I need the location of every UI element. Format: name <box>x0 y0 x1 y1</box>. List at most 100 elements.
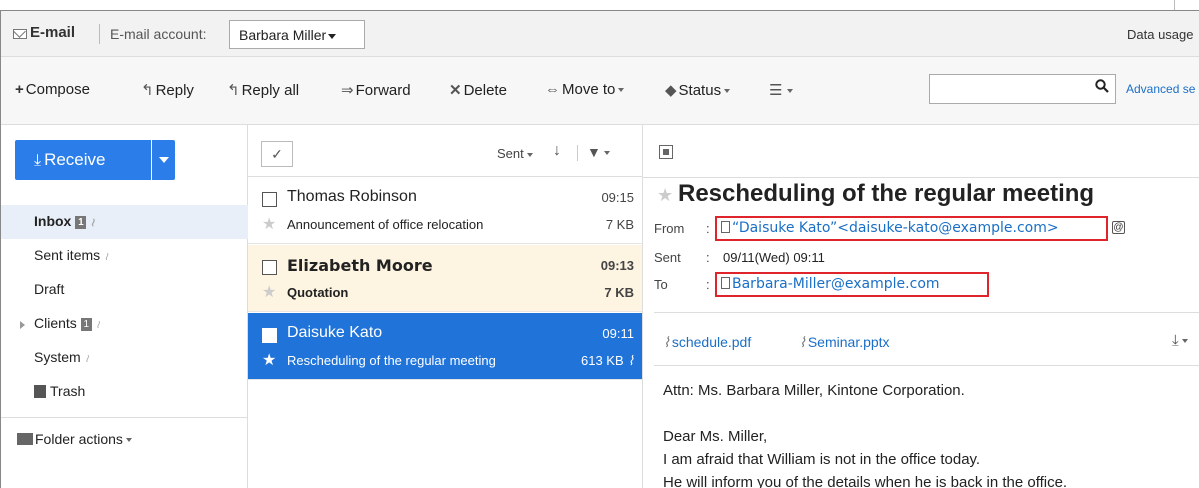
download-icon: ⤓ <box>34 152 42 169</box>
chevron-down-icon <box>1181 339 1188 344</box>
message-size: 613 KB ⌇ <box>581 353 634 369</box>
data-usage-link[interactable]: Data usage <box>1127 27 1194 42</box>
paperclip-icon: ⌇ <box>799 334 806 350</box>
paperclip-icon: ⌇ <box>627 353 634 368</box>
folder-trash[interactable]: Trash <box>1 375 248 409</box>
to-label: To <box>654 277 668 292</box>
receive-button[interactable]: ⤓ Receive <box>15 140 151 180</box>
header-divider <box>99 24 100 44</box>
attachment-link[interactable]: ⌇ Seminar.pptx <box>799 334 890 351</box>
from-address-highlight[interactable]: “Daisuke Kato”<daisuke-kato@example.com> <box>715 216 1108 241</box>
advanced-search-link[interactable]: Advanced se <box>1126 82 1195 96</box>
folder-label: System <box>34 349 81 365</box>
message-subject: Quotation <box>287 285 349 300</box>
message-title: Rescheduling of the regular meeting <box>678 180 1095 207</box>
sent-label: Sent <box>654 250 681 265</box>
search-icon[interactable] <box>1095 79 1109 93</box>
folder-system[interactable]: System ≀ <box>1 341 248 375</box>
receive-options-dropdown[interactable] <box>152 140 175 180</box>
reply-arrow-icon: ↰ <box>141 82 154 99</box>
body-line: He will inform you of the details when h… <box>663 474 1068 488</box>
sort-label: Sent <box>497 146 524 161</box>
folder-sent-items[interactable]: Sent items ≀ <box>1 239 248 273</box>
folder-clients[interactable]: Clients 1 ≀ <box>1 307 248 341</box>
plus-icon: + <box>15 81 24 98</box>
folder-label: Trash <box>50 383 86 399</box>
reply-all-button[interactable]: ↰ Reply all <box>227 81 299 99</box>
message-subject: Rescheduling of the regular meeting <box>287 353 496 368</box>
message-sender: Daisuke Kato <box>287 324 383 341</box>
message-size: 7 KB <box>605 217 634 232</box>
message-size: 7 KB <box>604 285 634 300</box>
status-label: Status <box>678 82 722 99</box>
message-checkbox[interactable] <box>262 260 277 275</box>
message-row[interactable]: Elizabeth Moore 09:13 ★ Quotation 7 KB <box>248 245 642 312</box>
message-list: ✓ Sent ↓ ▼ Thomas Robinson 09:15 ★ Annou… <box>248 125 643 488</box>
filter-icon[interactable]: ▼ <box>587 144 610 160</box>
header-divider <box>654 312 1199 313</box>
feed-icon: ≀ <box>90 217 95 229</box>
message-subject: Announcement of office relocation <box>287 217 484 232</box>
add-address-icon[interactable]: @ <box>1112 221 1125 234</box>
forward-button[interactable]: ⇒ Forward <box>341 81 411 99</box>
reply-all-arrow-icon: ↰ <box>227 82 240 99</box>
action-toolbar: + Compose ↰ Reply ↰ Reply all ⇒ Forward ✕ Del… <box>1 57 1199 125</box>
app-title[interactable]: E-mail <box>30 24 75 41</box>
move-to-button[interactable]: ⇔ Move to <box>545 81 625 98</box>
compose-button[interactable]: + Compose <box>15 81 90 98</box>
feed-icon: ≀ <box>84 353 89 365</box>
sort-direction-icon[interactable]: ↓ <box>553 142 561 160</box>
account-select[interactable]: Barbara Miller <box>229 20 365 49</box>
mail-app-window: E-mail E-mail account: Barbara Miller Da… <box>0 10 1199 488</box>
search-input[interactable] <box>929 74 1116 104</box>
star-icon[interactable]: ★ <box>262 282 276 302</box>
list-menu-icon: ☰ <box>769 82 783 99</box>
reading-pane: ★ Rescheduling of the regular meeting Fr… <box>643 125 1199 488</box>
list-options-button[interactable]: ☰ <box>769 81 794 99</box>
message-checkbox[interactable] <box>262 328 277 343</box>
from-colon: : <box>706 221 710 236</box>
trash-icon <box>34 385 46 398</box>
message-time: 09:13 <box>600 258 634 273</box>
star-icon[interactable]: ★ <box>262 350 276 370</box>
unread-count-badge: 1 <box>80 317 92 331</box>
to-colon: : <box>706 277 710 292</box>
expand-arrow-icon[interactable] <box>20 321 25 329</box>
forward-arrow-icon: ⇒ <box>341 82 354 99</box>
folder-inbox[interactable]: Inbox 1 ≀ <box>1 205 248 239</box>
download-attachments-button[interactable]: ⤓ <box>1172 332 1188 349</box>
attachment-link[interactable]: ⌇ schedule.pdf <box>663 334 751 351</box>
account-select-value: Barbara Miller <box>239 27 327 43</box>
feed-icon: ≀ <box>104 251 109 263</box>
app-header: E-mail E-mail account: Barbara Miller Da… <box>1 11 1199 57</box>
window-edge-line <box>1174 0 1175 10</box>
star-icon[interactable]: ★ <box>262 214 276 234</box>
folder-label: Sent items <box>34 247 101 263</box>
message-list-header: ✓ Sent ↓ ▼ <box>248 125 643 177</box>
delete-button[interactable]: ✕ Delete <box>449 81 507 99</box>
message-row-selected[interactable]: Daisuke Kato 09:11 ★ Rescheduling of the… <box>248 313 642 380</box>
to-address-highlight[interactable]: Barbara-Miller@example.com <box>715 272 989 297</box>
message-checkbox[interactable] <box>262 192 277 207</box>
expand-pane-icon[interactable] <box>659 145 673 159</box>
chevron-down-icon <box>603 151 610 156</box>
body-line: Dear Ms. Miller, <box>663 428 768 445</box>
delete-x-icon: ✕ <box>449 82 462 99</box>
chevron-down-icon <box>328 33 337 39</box>
message-row[interactable]: Thomas Robinson 09:15 ★ Announcement of … <box>248 177 642 244</box>
reply-button[interactable]: ↰ Reply <box>141 81 194 99</box>
reply-label: Reply <box>155 82 194 99</box>
sort-dropdown[interactable]: Sent <box>497 146 533 161</box>
folder-actions-menu[interactable]: Folder actions <box>17 431 132 447</box>
account-label: E-mail account: <box>110 26 207 42</box>
sent-colon: : <box>706 250 710 265</box>
message-sender: Elizabeth Moore <box>287 256 433 275</box>
status-button[interactable]: ◆ Status <box>665 81 731 99</box>
star-icon[interactable]: ★ <box>657 185 673 206</box>
from-label: From <box>654 221 685 236</box>
chevron-down-icon <box>787 89 794 94</box>
folder-draft[interactable]: Draft <box>1 273 248 307</box>
move-arrows-icon: ⇔ <box>545 81 560 98</box>
folder-label: Draft <box>34 281 65 297</box>
select-all-checkbox[interactable]: ✓ <box>261 141 293 167</box>
